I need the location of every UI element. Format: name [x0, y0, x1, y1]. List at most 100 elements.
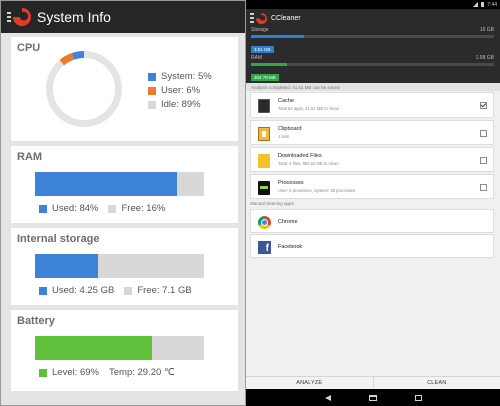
ccleaner-header: CCleaner Storage 16 GB 3.51 GB RAM 1.98 … — [246, 9, 500, 83]
cpu-system-label: System: 5% — [161, 71, 212, 82]
item-name: Processes — [278, 180, 304, 186]
menu-icon[interactable] — [250, 13, 254, 23]
ram-usage-bar — [35, 172, 204, 196]
phone-icon — [258, 99, 270, 113]
battery-temp-label: Temp: 29.20 ℃ — [109, 367, 175, 378]
ram-free-label: Free: 16% — [121, 203, 166, 214]
list-item-processes[interactable]: Processes User: 6 processes, System: 35 … — [250, 174, 494, 199]
level-swatch — [39, 368, 47, 377]
home-icon[interactable] — [368, 394, 377, 401]
item-name: Chrome — [278, 219, 298, 225]
storage-meter-head: Storage 16 GB — [251, 27, 494, 33]
ram-legend: Used: 84% Free: 16% — [39, 203, 175, 214]
item-name: Facebook — [278, 244, 303, 250]
cache-checkbox[interactable] — [480, 102, 487, 109]
cpu-legend-user: User: 6% — [148, 85, 212, 96]
cpu-legend: System: 5% User: 6% Idle: 89% — [148, 71, 212, 110]
item-name: Clipboard — [278, 126, 302, 132]
storage-meter: Storage 16 GB 3.51 GB — [251, 27, 494, 56]
battery-icon — [481, 2, 485, 7]
cpu-card-title: CPU — [17, 42, 41, 54]
list-item-downloaded-files[interactable]: Downloaded Files Total: 4 files, 960.62 … — [250, 147, 494, 172]
item-detail: Total 52 apps, 41.51 MB to clean — [278, 106, 339, 111]
system-info-screen: System Info CPU System: 5% User: 6% Idle… — [0, 0, 246, 406]
storage-meter-fill — [251, 35, 305, 38]
storage-free-item: Free: 7.1 GB — [124, 285, 192, 296]
free-swatch — [108, 204, 117, 213]
up-navigation-icon[interactable] — [7, 12, 11, 22]
storage-usage-fill — [35, 254, 98, 278]
battery-level-bar — [35, 336, 204, 360]
screen-title: System Info — [37, 9, 111, 25]
list-item-chrome[interactable]: Chrome — [250, 209, 494, 233]
storage-meter-label: Storage — [251, 27, 269, 33]
process-icon — [258, 181, 270, 195]
cpu-idle-label: Idle: 89% — [161, 99, 201, 110]
storage-used-label: Used: 4.25 GB — [52, 285, 115, 296]
storage-meter-total: 16 GB — [479, 27, 494, 33]
ram-meter: RAM 1.98 GB 304.78 MB — [251, 55, 494, 84]
ram-meter-fill — [251, 63, 288, 66]
ram-card: RAM Used: 84% Free: 16% — [11, 146, 238, 223]
item-name: Downloaded Files — [278, 153, 322, 159]
idle-swatch — [148, 100, 156, 109]
back-icon[interactable] — [324, 394, 331, 401]
ram-card-title: RAM — [17, 151, 43, 163]
free-swatch — [124, 286, 133, 295]
ram-free-item: Free: 16% — [108, 203, 165, 214]
ram-usage-fill — [35, 172, 177, 196]
ram-used-badge: 304.78 MB — [251, 74, 279, 81]
battery-legend: Level: 69% Temp: 29.20 ℃ — [39, 367, 185, 378]
cpu-donut-chart — [46, 51, 122, 127]
clean-button[interactable]: CLEAN — [372, 377, 500, 389]
processes-checkbox[interactable] — [480, 184, 487, 191]
storage-usage-bar — [35, 254, 204, 278]
storage-used-item: Used: 4.25 GB — [39, 285, 114, 296]
cpu-legend-idle: Idle: 89% — [148, 99, 212, 110]
battery-level-label: Level: 69% — [52, 367, 100, 378]
chrome-icon — [258, 216, 271, 229]
ram-meter-track — [251, 63, 494, 66]
storage-card-title: Internal storage — [17, 233, 100, 245]
storage-free-label: Free: 7.1 GB — [137, 285, 192, 296]
system-navigation-bar — [246, 389, 500, 406]
facebook-icon: f — [258, 241, 271, 254]
downloaded-files-checkbox[interactable] — [480, 157, 487, 164]
user-swatch — [148, 86, 156, 95]
item-name: Cache — [278, 98, 294, 104]
cpu-legend-system: System: 5% — [148, 71, 212, 82]
battery-card: Battery Level: 69% Temp: 29.20 ℃ — [11, 310, 238, 391]
status-bar: 7:44 — [246, 0, 500, 9]
ccleaner-action-bar: CCleaner — [246, 9, 500, 27]
list-item-clipboard[interactable]: Clipboard 1 item — [250, 120, 494, 145]
list-item-cache[interactable]: Cache Total 52 apps, 41.51 MB to clean — [250, 92, 494, 118]
internal-storage-card: Internal storage Used: 4.25 GB Free: 7.1… — [11, 228, 238, 305]
item-detail: Total: 4 files, 960.62 MB to clean — [278, 161, 339, 166]
battery-level-fill — [35, 336, 152, 360]
analyze-button[interactable]: ANALYZE — [246, 377, 373, 389]
ccleaner-logo-icon[interactable] — [13, 8, 31, 26]
analysis-summary: Analysis completed: 41.51 MB can be save… — [246, 83, 500, 91]
used-swatch — [39, 204, 47, 213]
cpu-card: CPU System: 5% User: 6% Idle: 89% — [11, 37, 238, 141]
folder-icon — [258, 154, 270, 168]
ccleaner-screen: 7:44 CCleaner Storage 16 GB 3.51 GB RAM … — [246, 0, 500, 406]
system-swatch — [148, 72, 156, 81]
screenshot-root: System Info CPU System: 5% User: 6% Idle… — [0, 0, 500, 406]
storage-legend: Used: 4.25 GB Free: 7.1 GB — [39, 285, 202, 296]
used-swatch — [39, 286, 47, 295]
recent-apps-icon[interactable] — [414, 394, 422, 401]
ram-meter-head: RAM 1.98 GB — [251, 55, 494, 61]
ram-meter-label: RAM — [251, 55, 263, 61]
app-title: CCleaner — [271, 14, 301, 22]
battery-level-item: Level: 69% — [39, 367, 99, 378]
list-item-facebook[interactable]: f Facebook — [250, 234, 494, 258]
clipboard-checkbox[interactable] — [480, 130, 487, 137]
item-detail: User: 6 processes, System: 35 processes — [278, 188, 356, 193]
action-button-bar: ANALYZE CLEAN — [246, 376, 500, 389]
signal-icon — [473, 2, 479, 7]
ccleaner-logo-icon[interactable] — [256, 12, 267, 24]
battery-temp-item: Temp: 29.20 ℃ — [109, 367, 175, 378]
clipboard-icon — [258, 127, 270, 141]
action-bar: System Info — [1, 1, 245, 33]
